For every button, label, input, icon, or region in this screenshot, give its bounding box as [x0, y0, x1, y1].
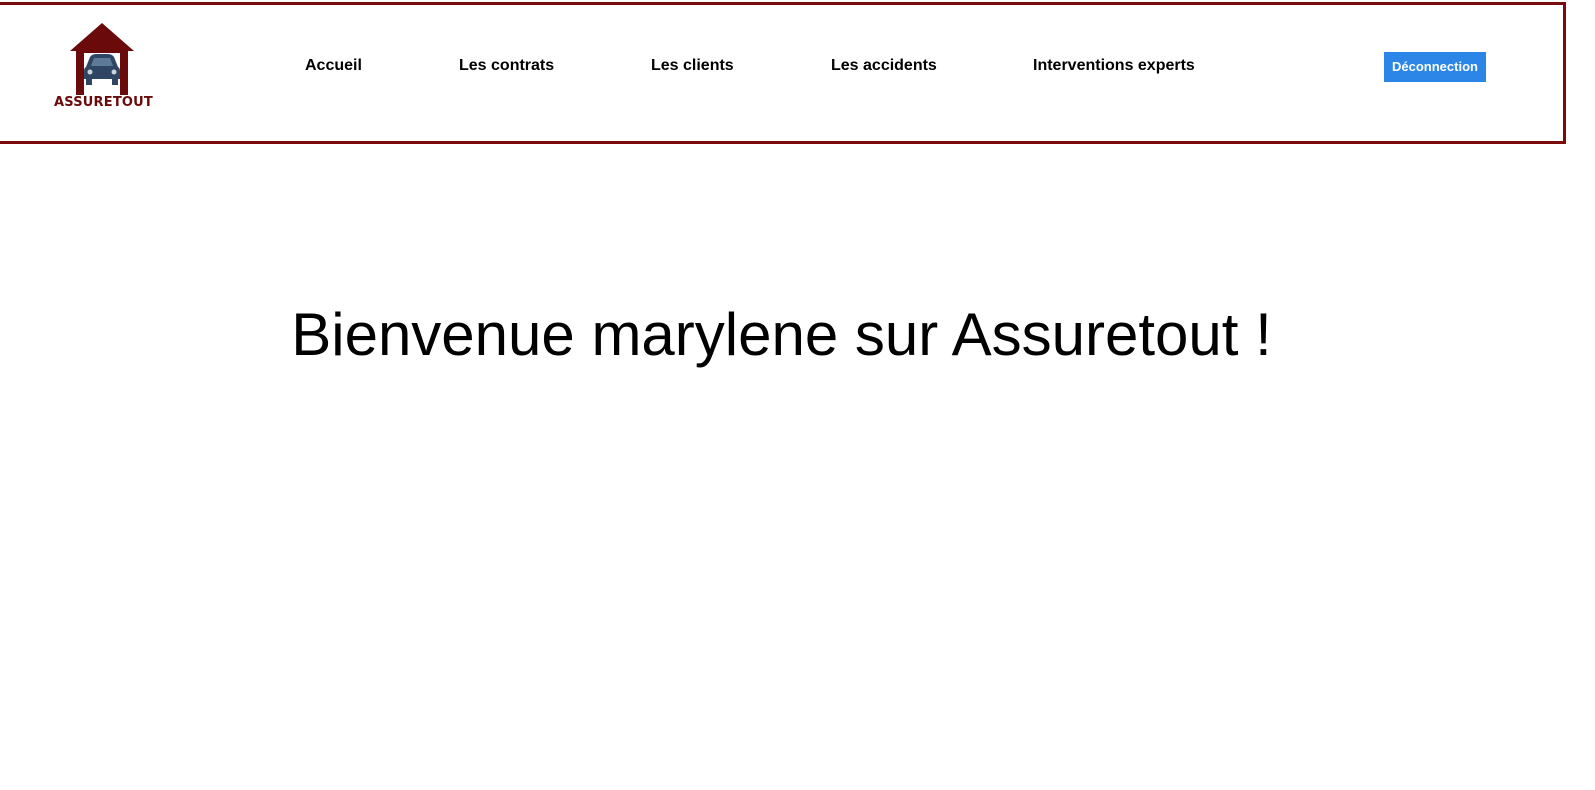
- nav-item-interventions-experts[interactable]: Interventions experts: [1033, 57, 1195, 75]
- nav-item-contrats[interactable]: Les contrats: [459, 57, 554, 75]
- nav-item-clients[interactable]: Les clients: [651, 57, 734, 75]
- house-car-icon: [70, 23, 134, 95]
- nav-item-accueil[interactable]: Accueil: [305, 57, 362, 75]
- logout-button[interactable]: Déconnection: [1384, 52, 1486, 82]
- page: ASSURETOUT Accueil Les contrats Les clie…: [0, 0, 1595, 790]
- welcome-message: Bienvenue marylene sur Assuretout !: [291, 301, 1272, 368]
- brand-name: ASSURETOUT: [54, 95, 153, 110]
- logo[interactable]: ASSURETOUT: [54, 21, 153, 117]
- nav-item-accidents[interactable]: Les accidents: [831, 57, 937, 75]
- header: ASSURETOUT Accueil Les contrats Les clie…: [0, 2, 1566, 144]
